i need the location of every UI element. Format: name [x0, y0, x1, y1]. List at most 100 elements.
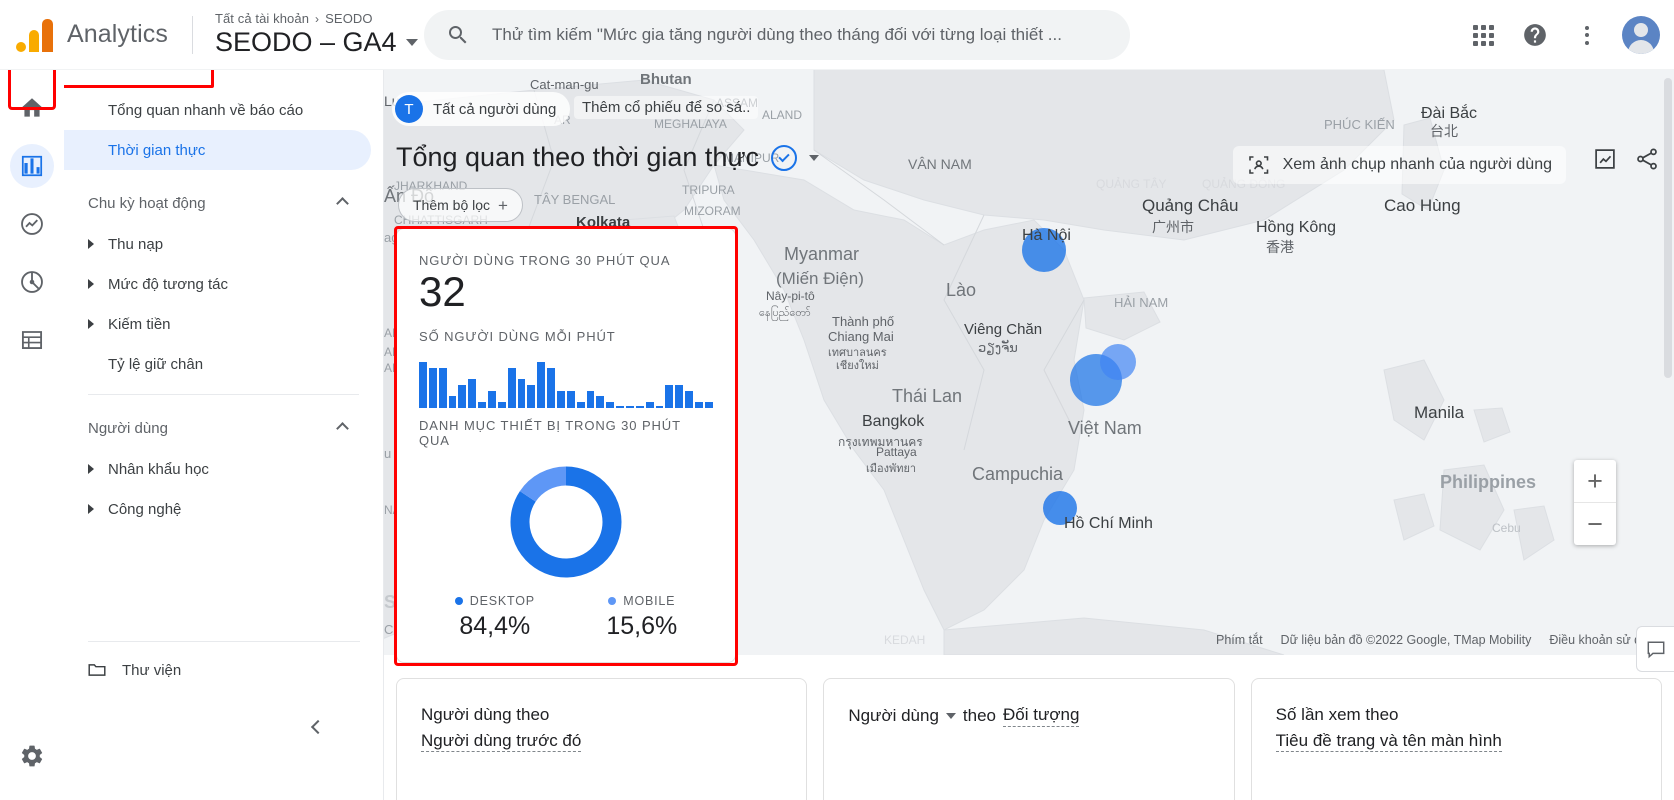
chevron-up-icon[interactable] — [336, 422, 349, 435]
sidebar-item-realtime[interactable]: Thời gian thực — [64, 130, 371, 170]
sidebar-item-library[interactable]: Thư viện — [64, 650, 372, 690]
sidebar-item-reports-snapshot[interactable]: Tổng quan nhanh về báo cáo — [64, 90, 371, 130]
sidebar-item-retention[interactable]: Tỷ lệ giữ chân — [64, 344, 371, 384]
card-dimension-text[interactable]: Tiêu đề trang và tên màn hình — [1276, 731, 1502, 752]
apps-grid-button[interactable] — [1460, 12, 1506, 58]
map-label: Manila — [1414, 403, 1465, 422]
card-users-by-audience[interactable]: Người dùng theo Đối tượng — [823, 678, 1234, 800]
chevron-right-icon — [88, 239, 94, 249]
users-per-minute-barchart[interactable] — [419, 356, 713, 408]
bar--23 — [488, 391, 496, 408]
map-label: Chiang Mai — [828, 329, 894, 344]
map-label: Bangkok — [862, 413, 925, 430]
card-dimension-text[interactable]: Người dùng trước đó — [421, 731, 581, 752]
sidebar-item-advertising[interactable] — [10, 260, 54, 304]
map-label: TÂY BENGAL — [534, 192, 615, 207]
user-snapshot-button[interactable]: Xem ảnh chụp nhanh của người dùng — [1233, 146, 1566, 184]
card-metric-text[interactable]: Người dùng — [848, 706, 939, 726]
sidebar-item-demographics[interactable]: Nhân khẩu học — [64, 449, 371, 489]
sidebar-section-label: Chu kỳ hoạt động — [88, 195, 206, 212]
sidebar-collapse-button[interactable] — [303, 712, 333, 742]
map-label: 台北 — [1430, 123, 1458, 139]
page-scrollbar[interactable] — [1664, 78, 1672, 378]
help-button[interactable] — [1512, 12, 1558, 58]
add-comparison-chip[interactable]: Thêm cổ phiếu để so sá.. — [574, 96, 758, 119]
chevron-up-icon[interactable] — [336, 197, 349, 210]
sidebar-item-reports[interactable] — [10, 144, 54, 188]
check-circle-icon[interactable] — [771, 145, 797, 171]
insights-icon[interactable] — [1592, 146, 1618, 172]
chevron-right-icon — [88, 504, 94, 514]
global-search[interactable] — [424, 10, 1130, 60]
legend-item-desktop: DESKTOP 84,4% — [455, 594, 535, 641]
device-legend: DESKTOP 84,4% MOBILE 15,6% — [419, 594, 713, 641]
legend-label-desktop: DESKTOP — [470, 594, 535, 608]
map-zoom-in-button[interactable]: + — [1574, 460, 1616, 502]
search-input[interactable] — [492, 25, 1108, 45]
sidebar-item-label: Thư viện — [122, 662, 181, 679]
sidebar-item-home[interactable] — [10, 86, 54, 130]
sidebar-item-tech[interactable]: Công nghệ — [64, 489, 371, 529]
sidebar-item-acquisition[interactable]: Thu nạp — [64, 224, 371, 264]
breadcrumb-account[interactable]: SEODO — [325, 11, 372, 26]
map-shortcuts-link[interactable]: Phím tắt — [1216, 633, 1263, 647]
legend-item-mobile: MOBILE 15,6% — [606, 594, 677, 641]
sidebar-navigation: Tổng quan nhanh về báo cáo Thời gian thự… — [64, 70, 384, 800]
bar--14 — [577, 402, 585, 408]
apps-grid-icon — [1473, 25, 1494, 46]
sidebar-divider — [88, 641, 360, 642]
add-filter-button[interactable]: Thêm bộ lọc + — [398, 188, 523, 222]
map-zoom-out-button[interactable]: − — [1574, 503, 1616, 545]
sidebar-item-monetization[interactable]: Kiếm tiền — [64, 304, 371, 344]
bar--7 — [646, 402, 654, 408]
bar--4 — [675, 385, 683, 408]
map-label: 广州市 — [1152, 219, 1194, 235]
sidebar-item-engagement[interactable]: Mức độ tương tác — [64, 264, 371, 304]
sidebar-item-explore[interactable] — [10, 202, 54, 246]
share-icon[interactable] — [1634, 146, 1660, 172]
sidebar-section-lifecycle[interactable]: Chu kỳ hoạt động — [64, 182, 383, 224]
chevron-down-icon[interactable] — [946, 713, 956, 719]
sidebar-section-label: Người dùng — [88, 420, 168, 437]
explore-icon — [19, 211, 45, 237]
legend-value-mobile: 15,6% — [606, 612, 677, 641]
bar--30 — [419, 362, 427, 408]
map-label: KEDAH — [884, 633, 925, 647]
card-title-line2: Tiêu đề trang và tên màn hình — [1276, 731, 1637, 751]
card-title-text: Số lần xem theo — [1276, 705, 1399, 725]
card-users-by[interactable]: Người dùng theo Người dùng trước đó — [396, 678, 807, 800]
left-icon-rail — [0, 70, 64, 800]
bar--22 — [498, 402, 506, 408]
device-donut-chart[interactable] — [419, 460, 713, 584]
feedback-button[interactable] — [1636, 626, 1674, 672]
bar--26 — [458, 385, 466, 408]
chevron-down-icon[interactable] — [406, 39, 418, 46]
map-label: Philippines — [1440, 472, 1536, 492]
bar--13 — [587, 391, 595, 408]
map-label: TRIPURA — [682, 183, 735, 197]
sidebar-section-user[interactable]: Người dùng — [64, 407, 383, 449]
users-30min-value: 32 — [419, 270, 713, 315]
chevron-down-icon[interactable] — [809, 155, 819, 161]
sidebar-item-admin[interactable] — [10, 734, 54, 778]
account-selector[interactable]: Tất cả tài khoản › SEODO SEODO – GA4 — [215, 11, 418, 58]
card-title-mid: theo — [963, 706, 996, 726]
more-options-button[interactable] — [1564, 12, 1610, 58]
map-label: เชียงใหม่ — [836, 359, 879, 372]
card-dimension-text[interactable]: Đối tượng — [1003, 705, 1079, 727]
bar--24 — [478, 402, 486, 408]
add-filter-label: Thêm bộ lọc — [413, 197, 490, 213]
breadcrumb-all-accounts[interactable]: Tất cả tài khoản — [215, 11, 309, 26]
chevron-right-icon — [88, 279, 94, 289]
breadcrumb-separator-icon: › — [315, 12, 319, 26]
avatar[interactable] — [1622, 16, 1660, 54]
bar--12 — [596, 396, 604, 408]
segment-chip[interactable]: T Tất cả người dùng — [392, 92, 570, 126]
sidebar-item-configure[interactable] — [10, 318, 54, 362]
property-title[interactable]: SEODO – GA4 — [215, 27, 418, 58]
sidebar-item-label: Kiếm tiền — [108, 316, 171, 333]
chevron-right-icon — [88, 464, 94, 474]
card-views-by[interactable]: Số lần xem theo Tiêu đề trang và tên màn… — [1251, 678, 1662, 800]
bar--1 — [705, 402, 713, 408]
map-label: Nây-pi-tô — [766, 289, 815, 303]
